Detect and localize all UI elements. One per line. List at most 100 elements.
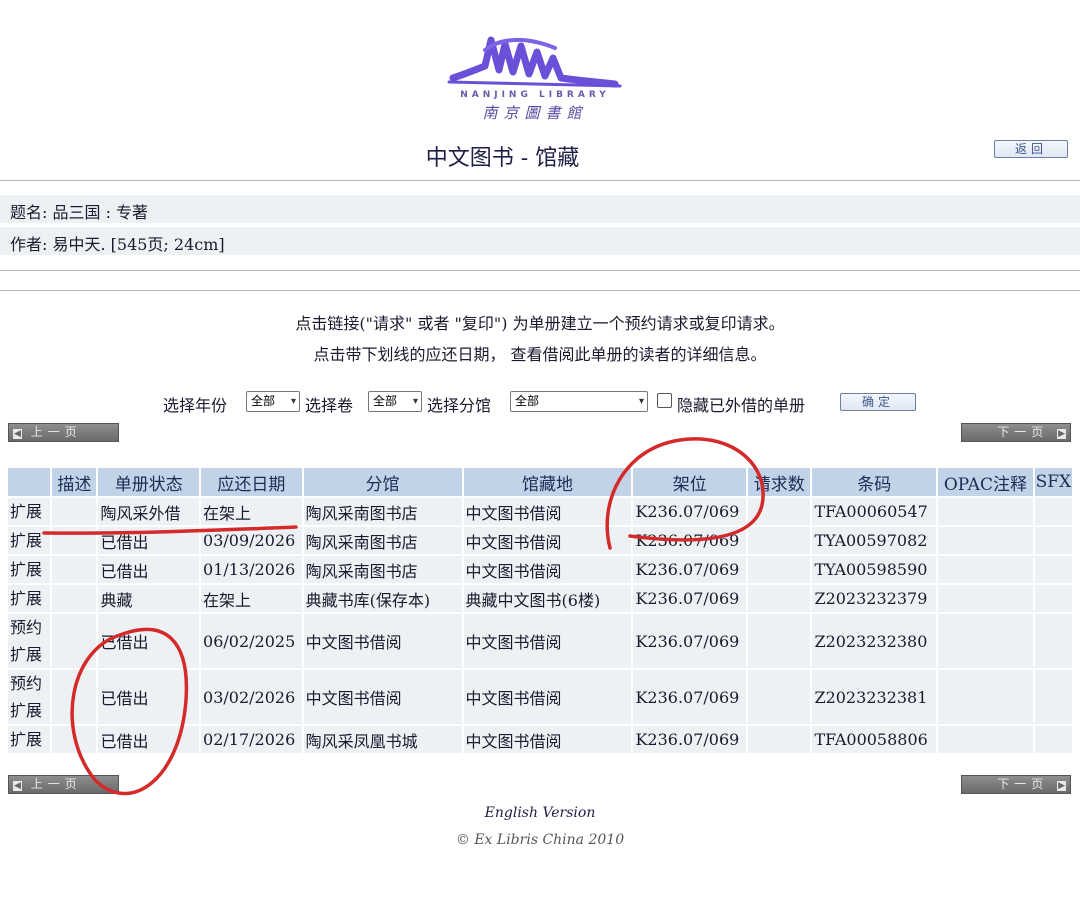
next-page-button[interactable]: 下一页 ▶ — [961, 423, 1071, 442]
row-action-link[interactable]: 扩展 — [8, 527, 51, 554]
instruction-due-date: 点击带下划线的应还日期， 查看借阅此单册的读者的详细信息。 — [313, 345, 767, 364]
cell-collection: 中文图书借阅 — [463, 614, 632, 668]
cell-due-date[interactable]: 02/17/2026 — [201, 726, 302, 753]
record-title-row: 题名: 品三国 : 专著 — [0, 195, 1080, 223]
logo-chinese-text: 南京圖書館 — [482, 104, 588, 122]
logo-english-text: NANJING LIBRARY — [460, 90, 610, 100]
holdings-table: 描述 单册状态 应还日期 分馆 馆藏地 架位 请求数 条码 OPAC注释 SFX… — [6, 466, 1074, 755]
volume-select[interactable]: 全部 ▾ — [368, 391, 422, 412]
branch-select-value: 全部 — [515, 394, 540, 408]
cell-opac-note — [938, 670, 1033, 724]
row-action-link[interactable]: 预约 扩展 — [8, 670, 51, 724]
table-row: 预约 扩展 已借出 06/02/2025 中文图书借阅 中文图书借阅 K236.… — [8, 614, 1072, 668]
hide-loaned-checkbox[interactable] — [657, 393, 672, 408]
cell-item-status: 已借出 — [98, 527, 200, 554]
table-row: 扩展 已借出 03/09/2026 陶风采南图书店 中文图书借阅 K236.07… — [8, 527, 1072, 554]
row-action-link[interactable]: 扩展 — [8, 726, 51, 753]
cell-due-date[interactable]: 03/02/2026 — [201, 670, 302, 724]
record-author: 作者: 易中天. [545页; 24cm] — [10, 235, 225, 254]
header-branch: 分馆 — [303, 468, 462, 496]
cell-call-number: K236.07/069 — [633, 726, 747, 753]
table-row: 扩展 已借出 02/17/2026 陶风采凤凰书城 中文图书借阅 K236.07… — [8, 726, 1072, 753]
cell-call-number: K236.07/069 — [633, 527, 747, 554]
instruction-request: 点击链接("请求" 或者 "复印") 为单册建立一个预约请求或复印请求。 — [295, 314, 785, 333]
nanjing-library-logo: NANJING LIBRARY 南京圖書館 — [445, 30, 625, 130]
cell-requests — [748, 670, 811, 724]
prev-page-label: 上一页 — [30, 777, 82, 791]
english-version-link[interactable]: English Version — [0, 805, 1080, 821]
prev-page-button[interactable]: ◀ 上一页 — [8, 423, 119, 442]
cell-due-date[interactable]: 03/09/2026 — [201, 527, 302, 554]
cell-opac-note — [938, 726, 1033, 753]
cell-opac-note — [938, 556, 1033, 583]
row-action-link[interactable]: 扩展 — [8, 498, 51, 525]
divider — [0, 290, 1080, 291]
arrow-left-icon: ◀ — [13, 781, 22, 791]
divider — [0, 270, 1080, 271]
cell-branch: 陶风采南图书店 — [303, 556, 462, 583]
cell-sfx — [1034, 585, 1072, 612]
cell-item-status: 已借出 — [98, 670, 200, 724]
confirm-button[interactable]: 确定 — [840, 393, 916, 411]
cell-call-number: K236.07/069 — [633, 585, 747, 612]
cell-barcode: TFA00058806 — [812, 726, 937, 753]
cell-requests — [748, 527, 811, 554]
branch-select[interactable]: 全部 ▾ — [510, 391, 648, 412]
cell-branch: 中文图书借阅 — [303, 670, 462, 724]
header-opac-note: OPAC注释 — [938, 468, 1033, 496]
header-description: 描述 — [52, 468, 97, 496]
cell-due-date: 在架上 — [201, 498, 302, 525]
cell-barcode: TYA00598590 — [812, 556, 937, 583]
table-row: 扩展 陶风采外借 在架上 陶风采南图书店 中文图书借阅 K236.07/069 … — [8, 498, 1072, 525]
annotation-overlay — [42, 437, 765, 796]
cell-barcode: Z2023232381 — [812, 670, 937, 724]
cell-collection: 中文图书借阅 — [463, 498, 632, 525]
cell-description — [52, 527, 97, 554]
chevron-down-icon: ▾ — [638, 396, 644, 407]
back-button[interactable]: 返回 — [994, 140, 1068, 158]
cell-collection: 中文图书借阅 — [463, 670, 632, 724]
cell-description — [52, 585, 97, 612]
cell-branch: 陶风采凤凰书城 — [303, 726, 462, 753]
cell-opac-note — [938, 498, 1033, 525]
cell-description — [52, 726, 97, 753]
cell-collection: 中文图书借阅 — [463, 527, 632, 554]
cell-opac-note — [938, 527, 1033, 554]
table-row: 预约 扩展 已借出 03/02/2026 中文图书借阅 中文图书借阅 K236.… — [8, 670, 1072, 724]
table-row: 扩展 典藏 在架上 典藏书库(保存本) 典藏中文图书(6楼) K236.07/0… — [8, 585, 1072, 612]
year-select[interactable]: 全部 ▾ — [246, 391, 300, 412]
cell-barcode: TFA00060547 — [812, 498, 937, 525]
cell-item-status: 已借出 — [98, 556, 200, 583]
cell-branch: 陶风采南图书店 — [303, 527, 462, 554]
cell-sfx — [1034, 726, 1072, 753]
cell-requests — [748, 585, 811, 612]
cell-due-date[interactable]: 01/13/2026 — [201, 556, 302, 583]
cell-barcode: Z2023232380 — [812, 614, 937, 668]
arrow-right-icon: ▶ — [1057, 781, 1066, 791]
cell-item-status: 已借出 — [98, 614, 200, 668]
record-author-row: 作者: 易中天. [545页; 24cm] — [0, 227, 1080, 255]
row-action-link[interactable]: 扩展 — [8, 585, 51, 612]
row-action-link[interactable]: 预约 扩展 — [8, 614, 51, 668]
cell-sfx — [1034, 670, 1072, 724]
header-sfx: SFX — [1034, 468, 1072, 496]
cell-branch: 典藏书库(保存本) — [303, 585, 462, 612]
cell-sfx — [1034, 556, 1072, 583]
cell-sfx — [1034, 527, 1072, 554]
cell-due-date[interactable]: 06/02/2025 — [201, 614, 302, 668]
header-type — [8, 468, 51, 496]
record-title: 题名: 品三国 : 专著 — [10, 203, 149, 222]
prev-page-button[interactable]: ◀ 上一页 — [8, 775, 119, 794]
next-page-label: 下一页 — [997, 425, 1049, 439]
next-page-button[interactable]: 下一页 ▶ — [961, 775, 1071, 794]
cell-branch: 中文图书借阅 — [303, 614, 462, 668]
header-due-date: 应还日期 — [201, 468, 302, 496]
row-action-link[interactable]: 扩展 — [8, 556, 51, 583]
cell-call-number: K236.07/069 — [633, 498, 747, 525]
volume-label: 选择卷 — [305, 396, 354, 415]
arrow-left-icon: ◀ — [13, 429, 22, 439]
cell-description — [52, 614, 97, 668]
cell-opac-note — [938, 585, 1033, 612]
cell-description — [52, 498, 97, 525]
branch-label: 选择分馆 — [427, 396, 492, 415]
